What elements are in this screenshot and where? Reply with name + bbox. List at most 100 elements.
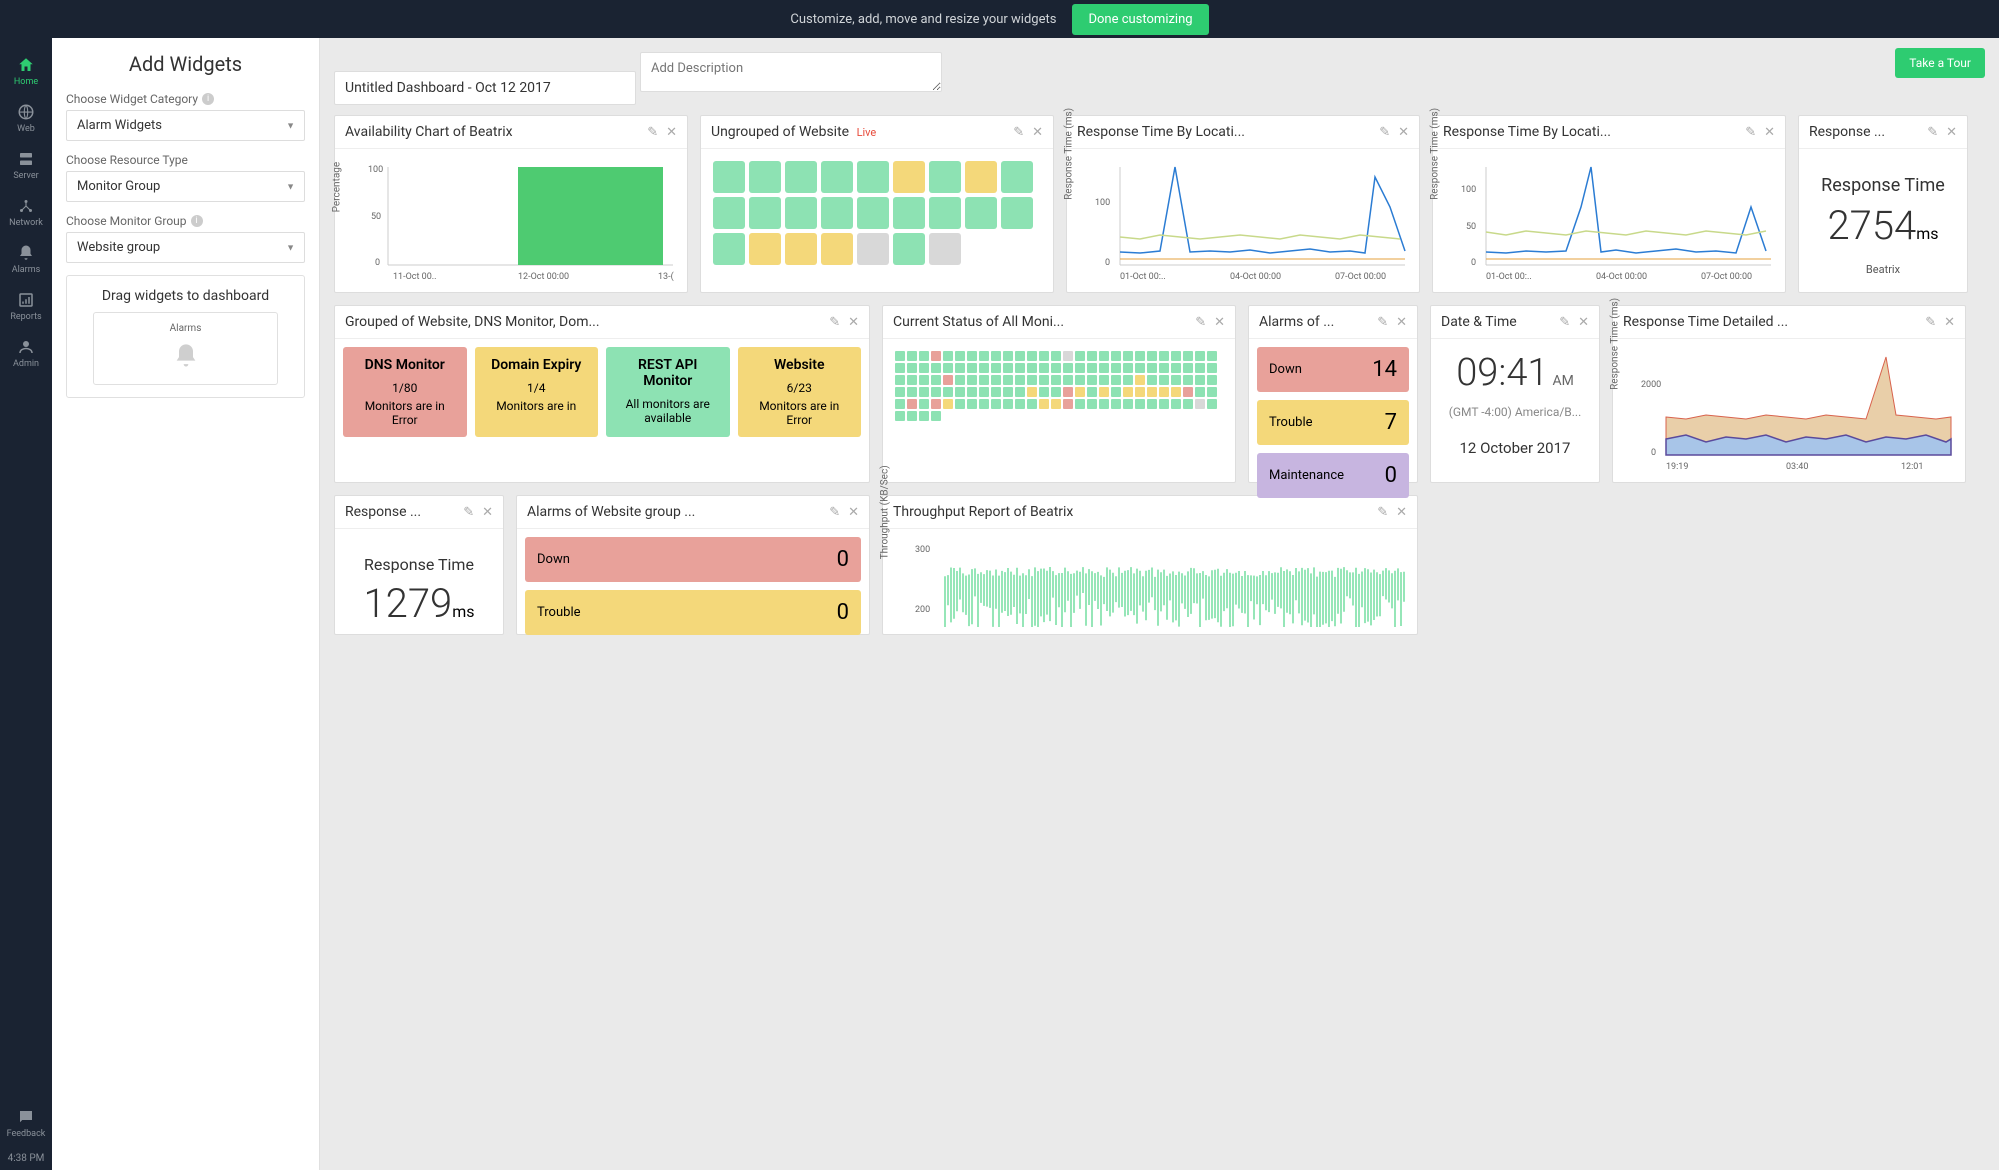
take-tour-button[interactable]: Take a Tour	[1895, 48, 1985, 78]
status-tile[interactable]	[1063, 399, 1073, 409]
widget-response-time-location-1[interactable]: Response Time By Locati... ✎✕ Response T…	[1066, 115, 1420, 293]
close-icon[interactable]: ✕	[1032, 125, 1043, 140]
status-tile[interactable]	[1183, 351, 1193, 361]
status-tile[interactable]	[979, 375, 989, 385]
status-tile[interactable]	[1195, 387, 1205, 397]
status-tile[interactable]	[1039, 351, 1049, 361]
info-icon[interactable]: i	[191, 215, 203, 227]
widget-response-time-1[interactable]: Response ... ✎✕ Response Time 2754ms Bea…	[1798, 115, 1968, 293]
status-tile[interactable]	[929, 197, 961, 229]
status-tile[interactable]	[1171, 399, 1181, 409]
status-tile[interactable]	[967, 351, 977, 361]
status-tile[interactable]	[1207, 363, 1217, 373]
status-tile[interactable]	[1075, 399, 1085, 409]
dashboard-title-input[interactable]	[334, 71, 636, 105]
status-tile[interactable]	[713, 233, 745, 265]
status-tile[interactable]	[1207, 375, 1217, 385]
status-tile[interactable]	[749, 197, 781, 229]
status-tile[interactable]	[1111, 363, 1121, 373]
status-tile[interactable]	[713, 161, 745, 193]
widget-category-select[interactable]: Alarm Widgets	[66, 110, 305, 141]
nav-alarms[interactable]: Alarms	[0, 236, 52, 283]
status-tile[interactable]	[893, 233, 925, 265]
status-tile[interactable]	[1051, 351, 1061, 361]
status-tile[interactable]	[931, 363, 941, 373]
status-tile[interactable]	[1123, 363, 1133, 373]
status-tile[interactable]	[1183, 387, 1193, 397]
status-tile[interactable]	[907, 387, 917, 397]
close-icon[interactable]: ✕	[1214, 315, 1225, 330]
status-tile[interactable]	[1027, 351, 1037, 361]
status-tile[interactable]	[1195, 363, 1205, 373]
status-tile[interactable]	[1099, 375, 1109, 385]
status-tile[interactable]	[1075, 375, 1085, 385]
status-tile[interactable]	[967, 387, 977, 397]
status-tile[interactable]	[907, 351, 917, 361]
status-tile[interactable]	[1123, 351, 1133, 361]
status-tile[interactable]	[1147, 387, 1157, 397]
status-tile[interactable]	[979, 387, 989, 397]
status-tile[interactable]	[1075, 363, 1085, 373]
draggable-alarms-widget[interactable]: Alarms	[93, 312, 278, 385]
edit-icon[interactable]: ✎	[1927, 125, 1938, 140]
close-icon[interactable]: ✕	[848, 505, 859, 520]
status-tile[interactable]	[1159, 387, 1169, 397]
status-tile[interactable]	[929, 161, 961, 193]
status-tile[interactable]	[1135, 399, 1145, 409]
status-tile[interactable]	[919, 351, 929, 361]
close-icon[interactable]: ✕	[1944, 315, 1955, 330]
nav-home[interactable]: Home	[0, 48, 52, 95]
status-tile[interactable]	[1015, 387, 1025, 397]
status-tile[interactable]	[857, 161, 889, 193]
status-tile[interactable]	[1015, 351, 1025, 361]
status-tile[interactable]	[1171, 351, 1181, 361]
status-tile[interactable]	[895, 411, 905, 421]
close-icon[interactable]: ✕	[1946, 125, 1957, 140]
widget-alarms-2[interactable]: Alarms of Website group ... ✎✕ Down0Trou…	[516, 495, 870, 635]
monitor-group-select[interactable]: Website group	[66, 232, 305, 263]
status-tile[interactable]	[931, 351, 941, 361]
widget-grouped-monitors[interactable]: Grouped of Website, DNS Monitor, Dom... …	[334, 305, 870, 483]
status-tile[interactable]	[1001, 197, 1033, 229]
edit-icon[interactable]: ✎	[1559, 315, 1570, 330]
widget-current-status[interactable]: Current Status of All Moni... ✎✕	[882, 305, 1236, 483]
info-icon[interactable]: i	[202, 93, 214, 105]
status-tile[interactable]	[943, 387, 953, 397]
status-tile[interactable]	[1159, 351, 1169, 361]
status-tile[interactable]	[1087, 387, 1097, 397]
status-tile[interactable]	[1207, 351, 1217, 361]
status-tile[interactable]	[929, 233, 961, 265]
status-tile[interactable]	[1027, 375, 1037, 385]
status-tile[interactable]	[1195, 351, 1205, 361]
status-tile[interactable]	[713, 197, 745, 229]
status-tile[interactable]	[1135, 363, 1145, 373]
edit-icon[interactable]: ✎	[1745, 125, 1756, 140]
status-tile[interactable]	[1123, 375, 1133, 385]
status-tile[interactable]	[857, 197, 889, 229]
status-tile[interactable]	[821, 161, 853, 193]
status-tile[interactable]	[965, 161, 997, 193]
nav-admin[interactable]: Admin	[0, 330, 52, 377]
status-tile[interactable]	[919, 375, 929, 385]
status-tile[interactable]	[1159, 363, 1169, 373]
status-tile[interactable]	[1051, 363, 1061, 373]
status-tile[interactable]	[1123, 399, 1133, 409]
status-tile[interactable]	[1099, 351, 1109, 361]
nav-server[interactable]: Server	[0, 142, 52, 189]
status-tile[interactable]	[1087, 351, 1097, 361]
status-tile[interactable]	[991, 351, 1001, 361]
status-tile[interactable]	[1099, 387, 1109, 397]
status-tile[interactable]	[991, 363, 1001, 373]
close-icon[interactable]: ✕	[1578, 315, 1589, 330]
status-tile[interactable]	[1051, 375, 1061, 385]
status-tile[interactable]	[1135, 351, 1145, 361]
close-icon[interactable]: ✕	[1764, 125, 1775, 140]
status-tile[interactable]	[1171, 387, 1181, 397]
status-tile[interactable]	[1147, 363, 1157, 373]
monitor-group-card[interactable]: Website6/23Monitors are in Error	[738, 347, 862, 437]
close-icon[interactable]: ✕	[482, 505, 493, 520]
status-tile[interactable]	[1075, 351, 1085, 361]
status-tile[interactable]	[895, 375, 905, 385]
done-customizing-button[interactable]: Done customizing	[1072, 4, 1208, 35]
edit-icon[interactable]: ✎	[647, 125, 658, 140]
